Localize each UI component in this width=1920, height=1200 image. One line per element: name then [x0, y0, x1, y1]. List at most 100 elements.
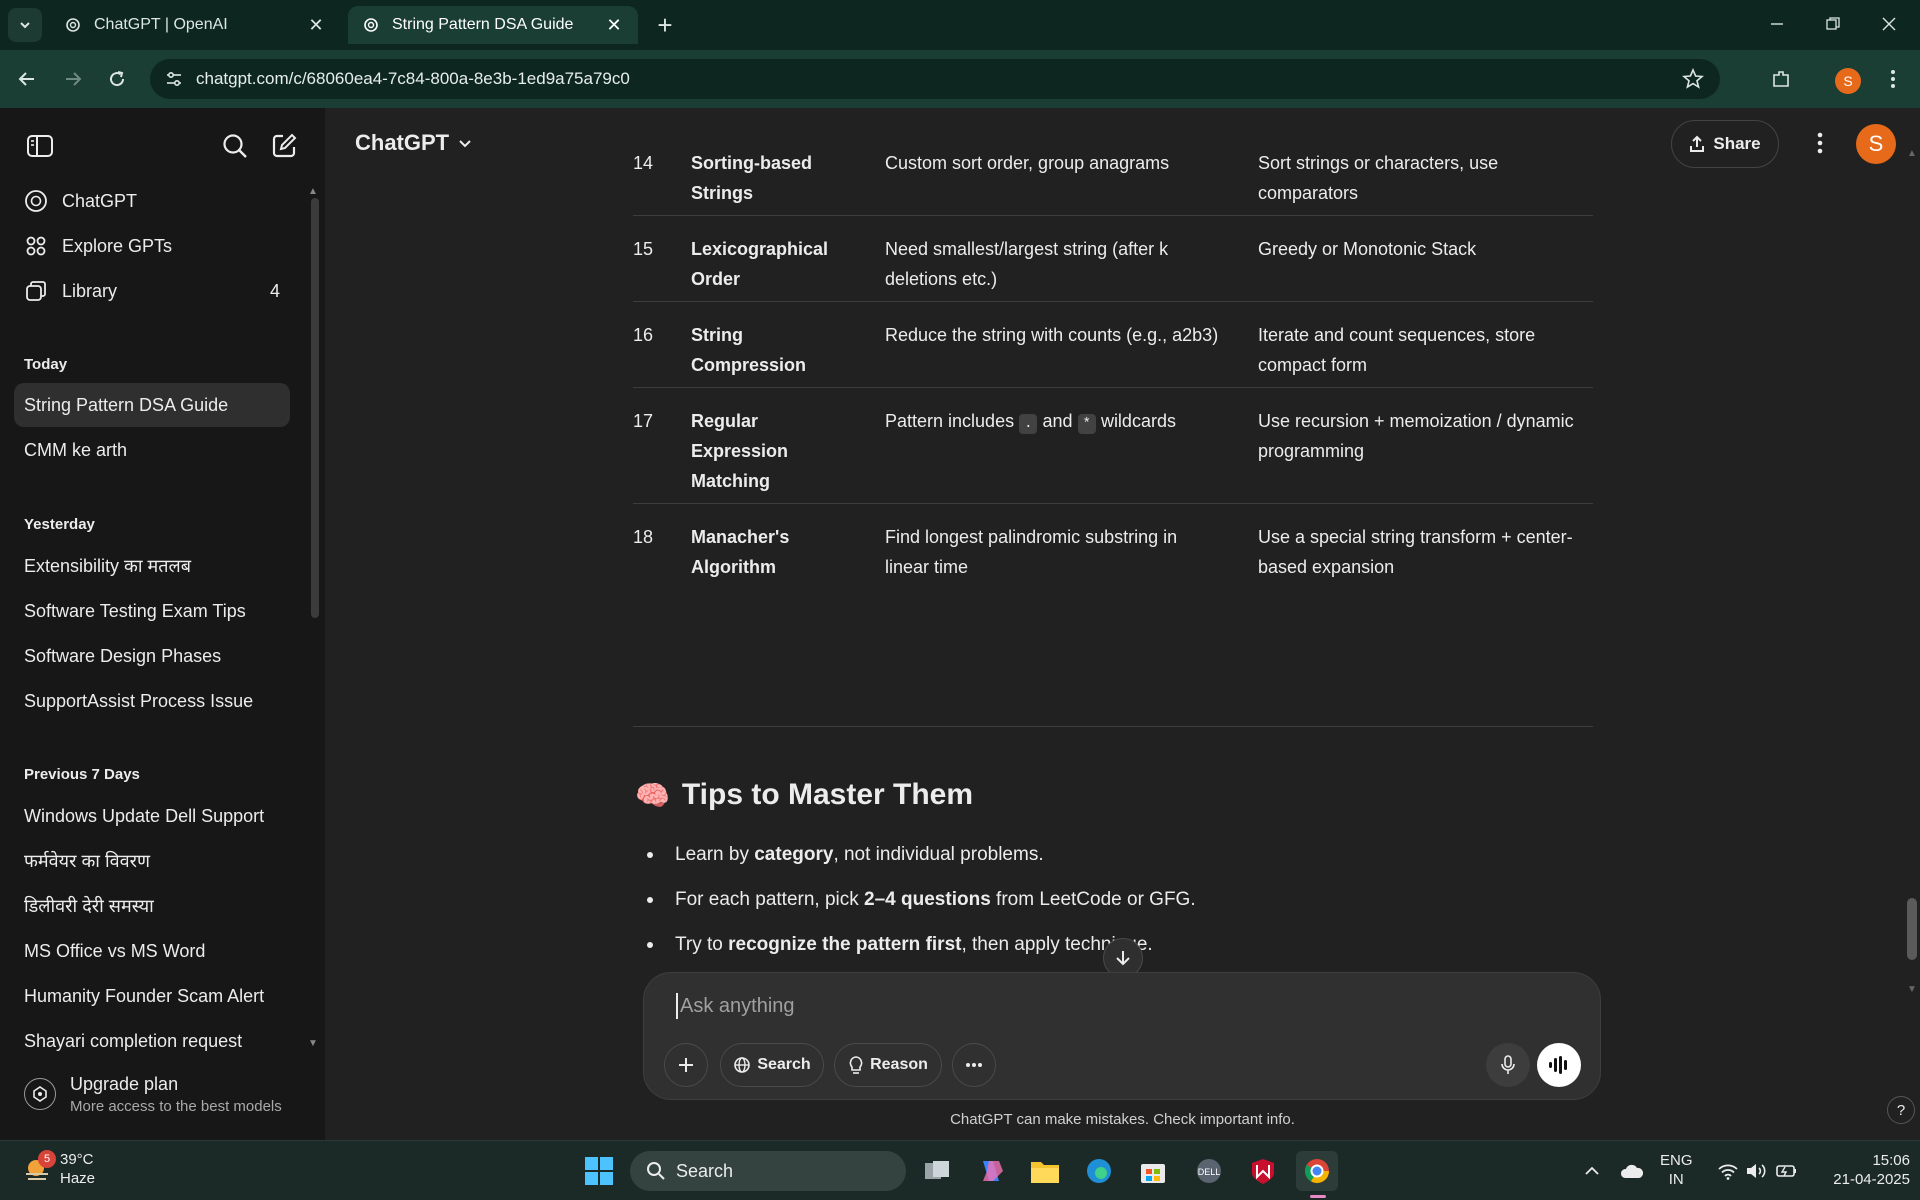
profile-avatar[interactable]: S: [1833, 66, 1863, 96]
dell-icon[interactable]: DELL: [1188, 1151, 1230, 1191]
taskbar-search[interactable]: Search: [630, 1151, 906, 1191]
sidebar-item-label: Explore GPTs: [62, 235, 173, 256]
model-selector[interactable]: ChatGPT: [355, 130, 473, 156]
scroll-down-icon[interactable]: ▼: [308, 1038, 318, 1049]
close-window-button[interactable]: [1866, 8, 1912, 40]
chat-item-active[interactable]: String Pattern DSA Guide: [14, 383, 290, 427]
reload-icon: [110, 71, 125, 87]
edge-icon[interactable]: [1078, 1151, 1120, 1191]
lightbulb-icon: [849, 1056, 863, 1074]
file-explorer-icon[interactable]: [1024, 1151, 1066, 1191]
list-item: Learn by category, not individual proble…: [647, 844, 1044, 866]
tips-heading: 🧠 Tips to Master Them: [635, 778, 974, 811]
reason-button[interactable]: Reason: [834, 1043, 942, 1087]
table-row: 15 Lexicographical Order Need smallest/l…: [633, 234, 1593, 302]
back-button[interactable]: [12, 64, 42, 94]
restore-button[interactable]: [1810, 8, 1856, 40]
chat-item[interactable]: Humanity Founder Scam Alert: [14, 974, 290, 1018]
new-chat-icon[interactable]: [268, 130, 300, 162]
mcafee-icon[interactable]: [1242, 1151, 1284, 1191]
section-yesterday: Yesterday: [24, 516, 95, 533]
notification-badge: 5: [38, 1150, 56, 1168]
arrow-down-icon: [1116, 951, 1130, 966]
reload-button[interactable]: [102, 64, 132, 94]
help-button[interactable]: ?: [1887, 1096, 1915, 1124]
close-tab-icon[interactable]: ✕: [306, 15, 326, 35]
message-composer: Ask anything Search Reason: [643, 972, 1601, 1100]
chat-item[interactable]: फर्मवेयर का विवरण: [14, 839, 290, 883]
bookmark-star-icon[interactable]: [1682, 67, 1704, 95]
prompt-input[interactable]: Ask anything: [676, 993, 795, 1019]
site-info-icon[interactable]: [164, 69, 184, 94]
windows-start-icon[interactable]: [578, 1151, 620, 1191]
language-indicator[interactable]: ENG IN: [1660, 1151, 1693, 1189]
chat-item[interactable]: Software Testing Exam Tips: [14, 589, 290, 633]
table-row: 14 Sorting-based Strings Custom sort ord…: [633, 148, 1593, 216]
browser-menu-icon[interactable]: [1878, 64, 1908, 94]
browser-tab-active[interactable]: String Pattern DSA Guide ✕: [348, 6, 638, 44]
chat-item[interactable]: CMM ke arth: [14, 428, 290, 472]
browser-tab-chatgpt[interactable]: ChatGPT | OpenAI ✕: [50, 6, 340, 44]
close-tab-icon[interactable]: ✕: [604, 15, 624, 35]
extensions-icon[interactable]: [1766, 64, 1796, 94]
active-app-indicator: [1310, 1195, 1326, 1198]
url-field[interactable]: chatgpt.com/c/68060ea4-7c84-800a-8e3b-1e…: [150, 59, 1720, 99]
voice-mode-button[interactable]: [1537, 1043, 1581, 1087]
sidebar-item-label: ChatGPT: [62, 190, 138, 211]
section-previous-7-days: Previous 7 Days: [24, 766, 140, 783]
store-icon[interactable]: [1132, 1151, 1174, 1191]
search-button[interactable]: Search: [720, 1043, 824, 1087]
task-view-icon[interactable]: [916, 1151, 958, 1191]
sidebar-item-chatgpt[interactable]: ChatGPT: [14, 180, 290, 222]
openai-icon: [362, 16, 380, 34]
search-icon: [647, 1162, 665, 1180]
how-to-solve: Iterate and count sequences, store compa…: [1258, 325, 1536, 375]
chat-item[interactable]: Shayari completion request: [14, 1019, 290, 1063]
more-options-icon[interactable]: [1805, 128, 1835, 158]
table-row: 16 String Compression Reduce the string …: [633, 320, 1593, 388]
copilot-icon[interactable]: [970, 1151, 1012, 1191]
chat-item[interactable]: Windows Update Dell Support: [14, 794, 290, 838]
battery-icon[interactable]: [1766, 1151, 1806, 1191]
tab-title: ChatGPT | OpenAI: [94, 16, 228, 33]
dictate-button[interactable]: [1486, 1043, 1530, 1087]
onedrive-icon[interactable]: [1612, 1151, 1652, 1191]
upgrade-title: Upgrade plan: [70, 1073, 179, 1094]
table-row: 18 Manacher's Algorithm Find longest pal…: [633, 522, 1593, 590]
sidebar-item-explore-gpts[interactable]: Explore GPTs: [14, 225, 290, 267]
chat-item[interactable]: डिलीवरी देरी समस्या: [14, 884, 290, 928]
tab-search-button[interactable]: [8, 8, 42, 42]
upgrade-plan-button[interactable]: Upgrade plan More access to the best mod…: [14, 1066, 310, 1122]
chrome-icon[interactable]: [1296, 1151, 1338, 1191]
page-title: ChatGPT: [355, 130, 450, 155]
openai-icon: [24, 189, 48, 213]
how-to-solve: Use a special string transform + center-…: [1258, 527, 1573, 577]
chat-item[interactable]: MS Office vs MS Word: [14, 929, 290, 973]
scroll-up-icon[interactable]: ▲: [1907, 148, 1917, 159]
user-avatar[interactable]: S: [1856, 124, 1896, 164]
when-to-use: Custom sort order, group anagrams: [885, 153, 1170, 173]
chat-item[interactable]: Software Design Phases: [14, 634, 290, 678]
clock[interactable]: 15:06 21-04-2025: [1818, 1151, 1910, 1189]
search-icon[interactable]: [219, 130, 251, 162]
sidebar-scrollbar[interactable]: [311, 198, 319, 618]
weather-widget[interactable]: 5 39°C Haze: [22, 1150, 95, 1187]
attach-button[interactable]: [664, 1043, 708, 1087]
main-scrollbar[interactable]: [1907, 898, 1917, 960]
forward-button[interactable]: [58, 64, 88, 94]
row-number: 14: [633, 153, 654, 173]
minimize-button[interactable]: [1754, 8, 1800, 40]
scroll-down-icon[interactable]: ▼: [1907, 984, 1917, 995]
chat-item[interactable]: SupportAssist Process Issue: [14, 679, 290, 723]
toggle-sidebar-icon[interactable]: [24, 130, 56, 162]
chat-item[interactable]: Extensibility का मतलब: [14, 544, 290, 588]
sidebar-item-library[interactable]: Library 4: [14, 270, 290, 312]
more-tools-button[interactable]: [952, 1043, 996, 1087]
when-to-use: Pattern includes . and * wildcards: [885, 411, 1176, 434]
share-button[interactable]: Share: [1671, 120, 1779, 168]
scroll-up-icon[interactable]: ▲: [308, 186, 318, 197]
show-hidden-icons[interactable]: [1574, 1151, 1610, 1191]
pattern-name: Manacher's Algorithm: [691, 527, 790, 577]
weather-haze-icon: 5: [22, 1150, 56, 1184]
new-tab-button[interactable]: +: [652, 10, 678, 40]
